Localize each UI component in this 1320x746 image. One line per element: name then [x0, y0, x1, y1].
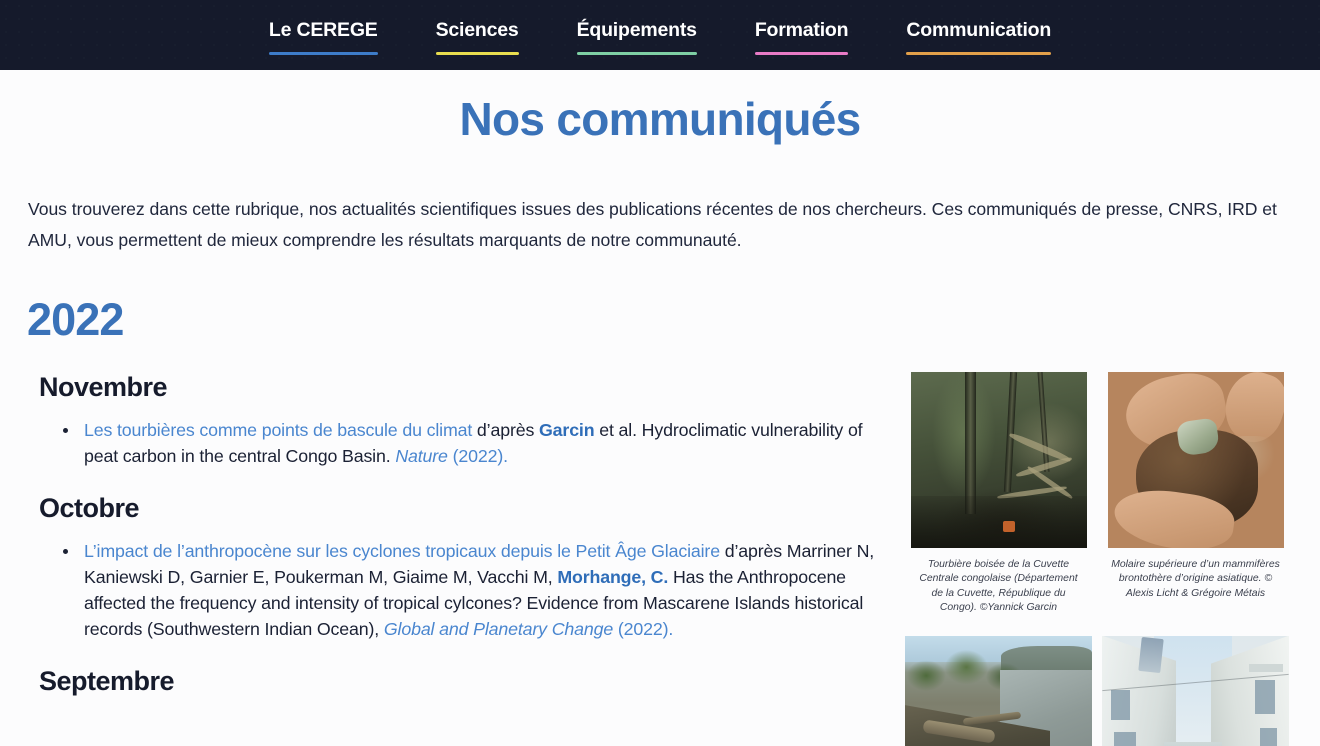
nav-underline-communication — [906, 52, 1052, 55]
entry-link[interactable]: Les tourbières comme points de bascule d… — [84, 420, 472, 440]
month-heading: Novembre — [39, 371, 168, 402]
nav-underline-equipements — [576, 52, 697, 55]
photo-caption: Molaire supérieure d’un mammifères bront… — [1111, 558, 1280, 599]
list-item: Les tourbières comme points de bascule d… — [39, 417, 890, 469]
nav-underline-sciences — [435, 52, 519, 55]
nav-list: Le CEREGE Sciences Équipements Formation… — [240, 0, 1080, 55]
entry-journal: Nature — [395, 445, 448, 466]
entry-link[interactable]: L’impact de l’anthropocène sur les cyclo… — [84, 541, 720, 561]
entry-list: Les tourbières comme points de bascule d… — [39, 417, 890, 469]
main-navigation: Le CEREGE Sciences Équipements Formation… — [0, 0, 1320, 70]
congo-peatland-forest-image[interactable] — [910, 371, 1087, 548]
nav-item-le-cerege[interactable]: Le CEREGE — [240, 18, 407, 55]
photo-column: Tourbière boisée de la Cuvette Centrale … — [900, 371, 1300, 746]
photo-caption: Tourbière boisée de la Cuvette Centrale … — [919, 558, 1078, 614]
photo-cell-white-alley-street — [1102, 635, 1289, 746]
photo-grid: Tourbière boisée de la Cuvette Centrale … — [905, 371, 1300, 746]
communiques-list-column: Novembre Les tourbières comme points de … — [0, 372, 900, 711]
month-section-septembre: Septembre — [39, 666, 890, 697]
content-area: Novembre Les tourbières comme points de … — [0, 371, 1320, 746]
month-section-novembre: Novembre Les tourbières comme points de … — [39, 372, 890, 469]
nav-underline-formation — [754, 52, 849, 55]
entry-author: Garcin — [539, 419, 595, 440]
brontothere-molar-fossil-image[interactable] — [1107, 371, 1284, 548]
nav-label: Formation — [754, 19, 849, 41]
nav-item-formation[interactable]: Formation — [726, 18, 878, 55]
nav-label: Équipements — [576, 19, 697, 41]
nav-label: Communication — [906, 19, 1052, 41]
nav-item-equipements[interactable]: Équipements — [548, 18, 726, 55]
page-root: Le CEREGE Sciences Équipements Formation… — [0, 0, 1320, 746]
eroded-lakeshore-image[interactable] — [905, 635, 1092, 746]
year-heading-2022: 2022 — [27, 293, 124, 345]
entry-journal: Global and Planetary Change — [383, 618, 614, 639]
entry-author: Morhange, C. — [557, 566, 669, 587]
entry-text-before-author: d’après — [472, 419, 539, 440]
nav-item-sciences[interactable]: Sciences — [407, 18, 548, 55]
month-heading: Septembre — [39, 665, 175, 696]
nav-label: Le CEREGE — [268, 19, 378, 41]
intro-paragraph: Vous trouverez dans cette rubrique, nos … — [28, 198, 1277, 250]
month-section-octobre: Octobre L’impact de l’anthropocène sur l… — [39, 493, 890, 642]
nav-label: Sciences — [435, 19, 519, 41]
page-title: Nos communiqués — [459, 93, 861, 145]
photo-cell-congo-peatland-forest: Tourbière boisée de la Cuvette Centrale … — [905, 371, 1092, 616]
photo-cell-eroded-lakeshore — [905, 635, 1092, 746]
nav-item-communication[interactable]: Communication — [877, 18, 1080, 55]
photo-cell-brontothere-molar-fossil: Molaire supérieure d’un mammifères bront… — [1102, 371, 1289, 616]
month-heading: Octobre — [39, 492, 140, 523]
entry-list: L’impact de l’anthropocène sur les cyclo… — [39, 538, 890, 642]
white-alley-street-image[interactable] — [1102, 635, 1289, 746]
entry-year-ref: (2022). — [613, 618, 674, 639]
nav-underline-le-cerege — [268, 52, 378, 55]
entry-year-ref: (2022). — [447, 445, 508, 466]
list-item: L’impact de l’anthropocène sur les cyclo… — [39, 538, 890, 642]
